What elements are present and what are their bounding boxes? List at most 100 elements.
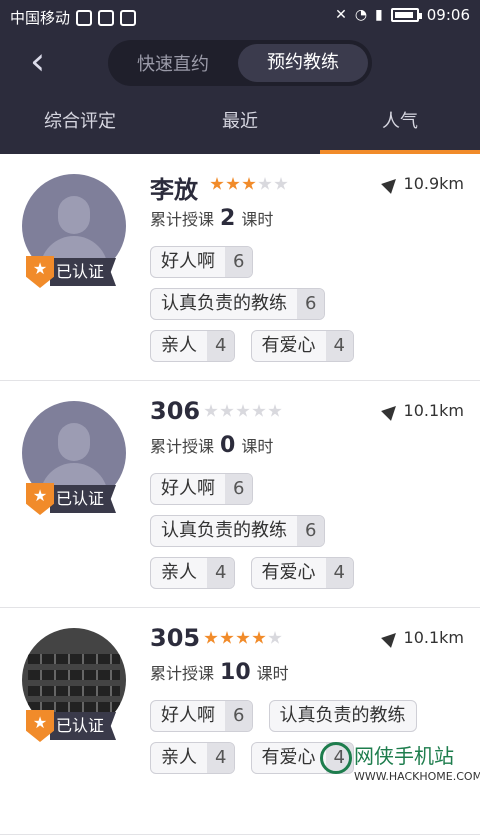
tag-label: 有爱心	[261, 747, 316, 768]
hours-prefix: 累计授课	[150, 210, 215, 229]
verified-badge: ★ 已认证	[26, 710, 117, 742]
star-icon	[220, 404, 234, 417]
star-shield-icon: ★	[26, 710, 54, 742]
tag-label: 有爱心	[261, 562, 316, 583]
star-icon	[236, 404, 250, 417]
tag: 有爱心 4	[250, 330, 354, 362]
star-icon	[242, 177, 256, 190]
star-icon	[258, 177, 272, 190]
tag-label: 认真负责的教练	[161, 520, 287, 541]
tag-label: 好人啊	[161, 251, 215, 272]
clock: 09:06	[426, 6, 470, 24]
tag-label: 亲人	[161, 562, 197, 583]
tag-count: 4	[325, 558, 353, 588]
distance-value: 10.1km	[403, 628, 464, 647]
location-arrow-icon	[380, 627, 401, 648]
segment-quick-book[interactable]: 快速直约	[108, 50, 238, 76]
coach-name: 李放	[150, 176, 198, 204]
wifi-icon: ◔	[354, 7, 368, 23]
tag-count: 6	[225, 474, 253, 504]
app-icon	[120, 9, 137, 26]
watermark: 网侠手机站 WWW.HACKHOME.COM	[316, 736, 480, 796]
tag-count: 6	[225, 701, 253, 731]
tab-recent[interactable]: 最近	[160, 92, 320, 154]
tag-count: 4	[325, 331, 353, 361]
tag: 认真负责的教练	[268, 700, 417, 732]
hours-value: 10	[220, 660, 251, 685]
status-bar: 中国移动 ✕ ◔ ▮ 09:06	[0, 0, 480, 32]
star-icon	[268, 631, 282, 644]
verified-badge: ★ 已认证	[26, 256, 117, 288]
tab-popular[interactable]: 人气	[320, 92, 480, 154]
star-icon	[268, 404, 282, 417]
teaching-hours: 累计授课 10 课时	[150, 660, 289, 685]
tag: 有爱心 4	[250, 557, 354, 589]
star-icon	[204, 631, 218, 644]
hours-suffix: 课时	[241, 210, 274, 229]
teaching-hours: 累计授课 0 课时	[150, 433, 273, 458]
tag: 亲人 4	[150, 742, 236, 774]
tag-label: 认真负责的教练	[161, 293, 287, 314]
tag: 亲人 4	[150, 330, 236, 362]
carrier-text: 中国移动	[10, 9, 71, 27]
segment-book-coach[interactable]: 预约教练	[238, 44, 368, 82]
coach-name: 306	[150, 397, 201, 425]
star-icon	[252, 404, 266, 417]
sort-tabs: 综合评定 最近 人气	[0, 92, 480, 154]
coach-card[interactable]: ★ 已认证 306 10.1km 累计授课 0 课时 好人啊 6 认真负责的教练 6 亲…	[0, 381, 480, 608]
location-arrow-icon	[380, 173, 401, 194]
tag-count: 4	[207, 331, 235, 361]
watermark-logo-icon	[320, 742, 352, 774]
tag-label: 认真负责的教练	[279, 705, 406, 726]
back-icon: ‹	[30, 39, 46, 83]
tag-list: 好人啊 6 认真负责的教练 6 亲人 4 有爱心 4	[150, 473, 470, 599]
mute-icon: ✕	[335, 7, 347, 23]
watermark-title: 网侠手机站	[354, 744, 454, 768]
image-icon	[76, 9, 93, 26]
tab-overall[interactable]: 综合评定	[0, 92, 160, 154]
tag-count: 4	[207, 558, 235, 588]
coach-list: ★ 已认证 李放 10.9km 累计授课 2 课时 好人啊 6 认真负责的教练 6 亲人…	[0, 154, 480, 835]
star-icon	[274, 177, 288, 190]
verified-badge: ★ 已认证	[26, 483, 117, 515]
verified-label: 已认证	[50, 712, 117, 740]
distance: 10.1km	[380, 400, 464, 421]
distance-value: 10.9km	[403, 174, 464, 193]
app-header: ‹ 快速直约 预约教练	[0, 32, 480, 92]
tag-label: 好人啊	[161, 705, 215, 726]
tag: 好人啊 6	[150, 246, 254, 278]
coach-card[interactable]: ★ 已认证 李放 10.9km 累计授课 2 课时 好人啊 6 认真负责的教练 6 亲人…	[0, 154, 480, 381]
hours-suffix: 课时	[241, 437, 274, 456]
notification-icon	[98, 9, 115, 26]
coach-card[interactable]: ★ 已认证 305 10.1km 累计授课 10 课时 好人啊 6 认真负责的教练 亲…	[0, 608, 480, 835]
hours-value: 2	[220, 206, 236, 231]
star-icon	[252, 631, 266, 644]
battery-icon	[390, 8, 422, 22]
tag-label: 亲人	[161, 747, 197, 768]
tag: 认真负责的教练 6	[150, 515, 326, 547]
hours-value: 0	[220, 433, 236, 458]
rating-stars	[210, 177, 288, 191]
star-shield-icon: ★	[26, 256, 54, 288]
segment-control: 快速直约 预约教练	[108, 40, 372, 86]
hours-suffix: 课时	[256, 664, 289, 683]
tag: 亲人 4	[150, 557, 236, 589]
star-shield-icon: ★	[26, 483, 54, 515]
verified-label: 已认证	[50, 258, 117, 286]
signal-icon: ▮	[375, 7, 383, 23]
tag-label: 有爱心	[261, 335, 316, 356]
back-button[interactable]: ‹	[30, 42, 64, 80]
rating-stars	[204, 404, 282, 418]
verified-label: 已认证	[50, 485, 117, 513]
star-icon	[236, 631, 250, 644]
star-icon	[226, 177, 240, 190]
hours-prefix: 累计授课	[150, 664, 215, 683]
star-icon	[204, 404, 218, 417]
tag: 好人啊 6	[150, 473, 254, 505]
distance: 10.1km	[380, 627, 464, 648]
tag: 好人啊 6	[150, 700, 254, 732]
tag-label: 亲人	[161, 335, 197, 356]
star-icon	[220, 631, 234, 644]
distance-value: 10.1km	[403, 401, 464, 420]
tag-count: 4	[207, 743, 235, 773]
